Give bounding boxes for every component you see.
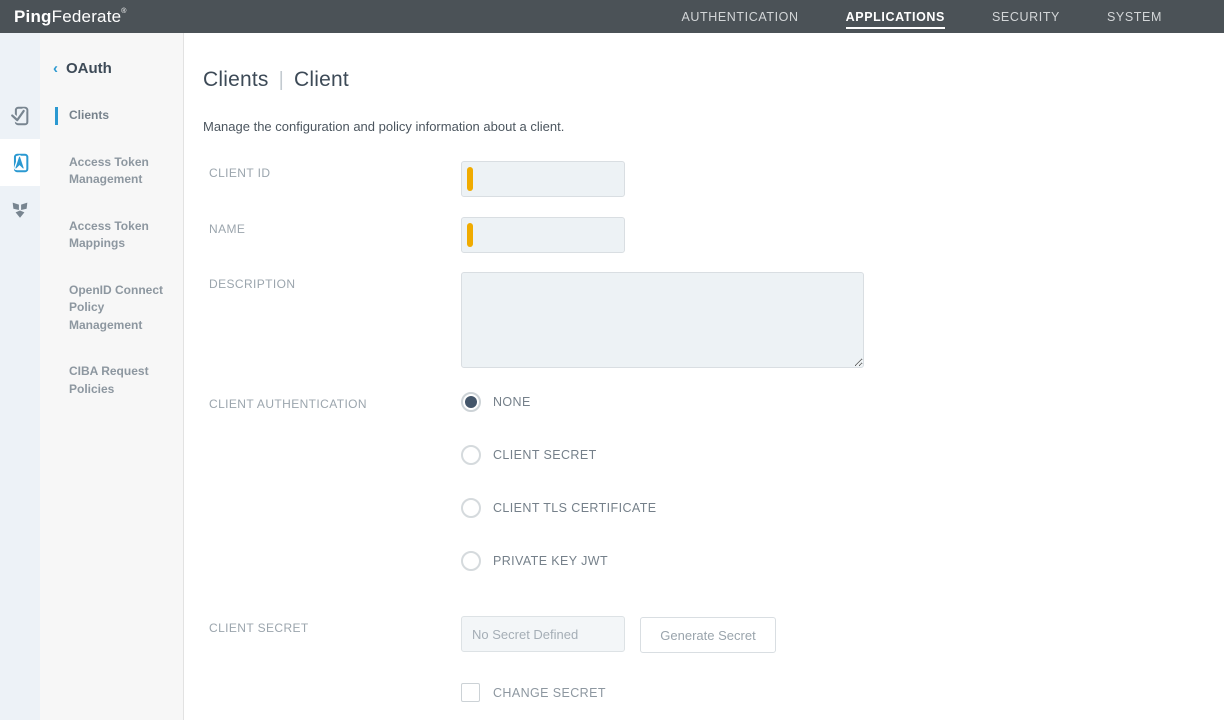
chevron-left-icon: ‹ [53,60,58,77]
nav-system[interactable]: SYSTEM [1107,10,1162,24]
nav-authentication[interactable]: AUTHENTICATION [681,10,798,24]
rail-item-security[interactable] [0,186,40,233]
pingfederate-logo[interactable]: PingFederate® [14,7,127,27]
app-arrow-icon [9,152,31,174]
sidebar-back-oauth[interactable]: ‹ OAuth [53,60,183,77]
form-row-client-id: CLIENT ID [203,161,1224,197]
logo-federate: Federate [52,7,122,26]
sidebar-menu: Clients Access Token Management Access T… [40,107,183,398]
radio-unselected-icon [461,498,481,518]
change-secret-label: CHANGE SECRET [493,686,606,700]
nav-security[interactable]: SECURITY [992,10,1060,24]
radio-label: CLIENT TLS CERTIFICATE [493,501,656,515]
sidebar-title: OAuth [66,60,112,77]
page-subtitle: Manage the configuration and policy info… [203,119,1224,134]
main-content: Clients|Client Manage the configuration … [185,33,1224,720]
oauth-sidebar: ‹ OAuth Clients Access Token Management … [40,33,184,720]
breadcrumb-separator: | [269,69,294,91]
top-header: PingFederate® AUTHENTICATION APPLICATION… [0,0,1224,33]
rail-item-applications[interactable] [0,139,40,186]
page-title: Clients|Client [203,68,1224,92]
top-navigation: AUTHENTICATION APPLICATIONS SECURITY SYS… [681,0,1162,33]
change-secret-option[interactable]: CHANGE SECRET [461,683,606,702]
form-row-client-secret: CLIENT SECRET Generate Secret [203,616,1224,653]
client-authentication-label: CLIENT AUTHENTICATION [203,392,461,411]
radio-label: CLIENT SECRET [493,448,597,462]
change-secret-spacer [203,683,461,688]
radio-selected-icon [461,392,481,412]
radio-option-none[interactable]: NONE [461,392,656,412]
client-authentication-radio-group: NONE CLIENT SECRET CLIENT TLS CERTIFICAT… [461,392,656,571]
sidebar-item-access-token-management[interactable]: Access Token Management [55,154,173,189]
sidebar-item-clients[interactable]: Clients [55,107,173,125]
client-id-field [461,161,625,197]
client-id-label: CLIENT ID [203,161,461,180]
form-row-client-authentication: CLIENT AUTHENTICATION NONE CLIENT SECRET… [203,392,1224,571]
nav-applications[interactable]: APPLICATIONS [846,10,945,29]
name-field [461,217,625,253]
sidebar-item-ciba-request-policies[interactable]: CIBA Request Policies [55,363,173,398]
sidebar-item-openid-connect-policy-management[interactable]: OpenID Connect Policy Management [55,282,173,335]
sidebar-item-access-token-mappings[interactable]: Access Token Mappings [55,218,173,253]
client-secret-controls: Generate Secret [461,616,776,653]
breadcrumb-current: Client [294,68,349,91]
logo-ping: Ping [14,7,52,26]
client-secret-label: CLIENT SECRET [203,616,461,635]
rail-item-authentication[interactable] [0,92,40,139]
description-textarea[interactable] [461,272,864,368]
form-row-description: DESCRIPTION [203,272,1224,368]
radio-unselected-icon [461,551,481,571]
name-input[interactable] [462,218,624,252]
breadcrumb-parent: Clients [203,68,269,91]
radio-option-private-key-jwt[interactable]: PRIVATE KEY JWT [461,551,656,571]
client-form: CLIENT ID NAME DESCRIPTION CLIENT AUTHEN… [203,161,1224,702]
form-row-name: NAME [203,217,1224,253]
trademark-symbol: ® [121,8,126,15]
radio-label: PRIVATE KEY JWT [493,554,608,568]
icon-rail [0,33,40,720]
name-label: NAME [203,217,461,236]
radio-label: NONE [493,395,531,409]
client-id-input[interactable] [462,162,624,196]
radio-option-client-tls-certificate[interactable]: CLIENT TLS CERTIFICATE [461,498,656,518]
change-secret-checkbox[interactable] [461,683,480,702]
radio-option-client-secret[interactable]: CLIENT SECRET [461,445,656,465]
clipboard-check-icon [9,105,31,127]
description-label: DESCRIPTION [203,272,461,291]
fragmented-shield-icon [9,199,31,221]
client-secret-input[interactable] [461,616,625,652]
form-row-change-secret: CHANGE SECRET [203,683,1224,702]
generate-secret-button[interactable]: Generate Secret [640,617,776,653]
radio-unselected-icon [461,445,481,465]
